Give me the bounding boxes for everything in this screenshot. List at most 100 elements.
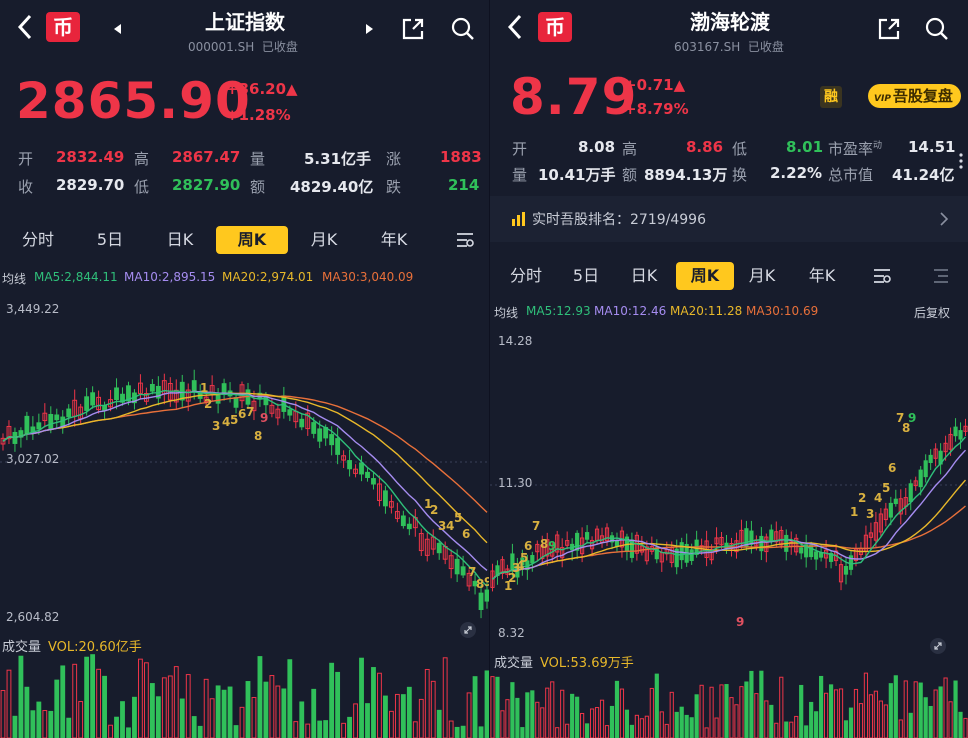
volume-bar — [149, 683, 155, 738]
volume-bar — [609, 705, 615, 738]
tab-daily[interactable]: 日K — [152, 226, 208, 254]
back-arrow-icon[interactable] — [504, 12, 528, 42]
search-icon[interactable] — [924, 16, 950, 42]
volume-bar — [245, 681, 251, 738]
tab-5day[interactable]: 5日 — [82, 226, 138, 254]
volume-bar — [114, 716, 119, 738]
volume-bar — [173, 666, 179, 738]
fullscreen-icon[interactable] — [930, 638, 946, 654]
more-icon[interactable] — [958, 152, 964, 170]
volume-bar — [958, 711, 963, 738]
volume-bar — [359, 657, 364, 738]
review-button[interactable]: VIP 吾股复盘 — [868, 84, 961, 108]
volume-bar — [394, 693, 400, 738]
tab-weekly[interactable]: 周K — [676, 262, 734, 290]
share-icon[interactable] — [876, 16, 902, 42]
rank-row[interactable]: 实时吾股排名：2719/4996 — [490, 196, 968, 242]
volume-bar — [689, 717, 694, 738]
share-icon[interactable] — [400, 16, 426, 42]
axis-mid-label: 11.30 — [498, 476, 533, 490]
volume-bar — [589, 708, 595, 738]
volume-bar — [560, 689, 565, 738]
volume-bar — [167, 675, 173, 738]
volume-value: 5.31亿手 — [304, 150, 372, 168]
tab-monthly[interactable]: 月K — [296, 226, 352, 254]
volume-bar — [185, 674, 191, 738]
tab-daily[interactable]: 日K — [618, 262, 670, 290]
volume-bar — [774, 722, 779, 738]
volume-bar — [66, 717, 72, 738]
tab-intraday[interactable]: 分时 — [10, 226, 66, 254]
volume-bar — [388, 710, 394, 738]
tab-weekly[interactable]: 周K — [216, 226, 288, 254]
td-sequence-marker: 2 — [858, 491, 866, 505]
candle — [908, 483, 913, 502]
volume-bar — [664, 723, 669, 738]
volume-bar — [311, 688, 317, 738]
chart-settings-icon[interactable] — [872, 266, 892, 286]
volume-bar — [649, 687, 654, 738]
volume-bar — [669, 691, 674, 738]
volume-bar — [96, 668, 102, 738]
axis-mid-label: 3,027.02 — [6, 452, 60, 466]
stock-panel: 币 渤海轮渡 603167.SH 已收盘 8.79 +0.71▲ +8.79% … — [490, 0, 968, 738]
volume-bar — [197, 725, 203, 738]
back-arrow-icon[interactable] — [14, 12, 38, 42]
high-value: 8.86 — [686, 138, 724, 156]
candle — [809, 544, 814, 558]
volume-bar — [412, 721, 418, 738]
prev-close-value: 2829.70 — [56, 176, 125, 194]
candle — [406, 523, 412, 530]
fullscreen-icon[interactable] — [460, 622, 476, 638]
td-sequence-marker: 8 — [254, 429, 262, 443]
volume-bar — [948, 701, 953, 738]
chart-settings-icon[interactable] — [455, 230, 475, 250]
next-stock-icon[interactable] — [366, 24, 373, 34]
volume-bar — [933, 689, 938, 738]
search-icon[interactable] — [450, 16, 476, 42]
volume-bar — [853, 688, 859, 738]
tab-yearly[interactable]: 年K — [796, 262, 848, 290]
candle — [66, 408, 72, 418]
volume-bar — [809, 701, 814, 738]
open-value: 2832.49 — [56, 148, 125, 166]
tab-yearly[interactable]: 年K — [366, 226, 422, 254]
chevron-right-icon — [940, 212, 949, 226]
volume-bar — [953, 680, 958, 738]
candle — [585, 532, 590, 540]
td-sequence-marker: 5 — [520, 551, 528, 565]
tab-5day[interactable]: 5日 — [560, 262, 612, 290]
volume-bar — [903, 680, 908, 738]
kline-chart[interactable]: 12345678 91234567899 — [490, 326, 968, 644]
candle — [36, 422, 42, 430]
indicator-menu-icon[interactable] — [930, 266, 950, 286]
volume-bar — [442, 657, 448, 738]
volume-value: 10.41万手 — [538, 166, 616, 184]
ma5-label: MA5:2,844.11 — [34, 270, 118, 284]
volume-bar — [215, 685, 221, 738]
volume-bar — [263, 681, 269, 738]
adjust-mode[interactable]: 后复权 — [914, 304, 950, 321]
volume-bar — [719, 684, 724, 738]
prev-stock-icon[interactable] — [114, 24, 121, 34]
candle — [48, 413, 54, 430]
candle — [233, 397, 239, 408]
volume-bar — [659, 711, 664, 738]
volume-bar — [694, 694, 699, 738]
volume-bar — [472, 676, 478, 738]
tab-intraday[interactable]: 分时 — [500, 262, 552, 290]
kline-chart[interactable]: 123456789123456789 — [0, 292, 490, 632]
volume-bar — [749, 670, 754, 738]
price-change: +0.71▲ — [624, 76, 686, 94]
volume-bar — [108, 724, 113, 738]
volume-bar — [227, 686, 233, 738]
tab-monthly[interactable]: 月K — [736, 262, 788, 290]
axis-bottom-label: 2,604.82 — [6, 610, 60, 624]
volume-bar — [275, 685, 281, 738]
volume-bar — [78, 701, 84, 738]
volume-bar — [639, 718, 644, 738]
volume-bar — [744, 681, 749, 738]
volume-bar — [18, 655, 24, 738]
margin-trading-badge[interactable]: 融 — [820, 86, 842, 108]
volume-bar — [799, 684, 804, 738]
